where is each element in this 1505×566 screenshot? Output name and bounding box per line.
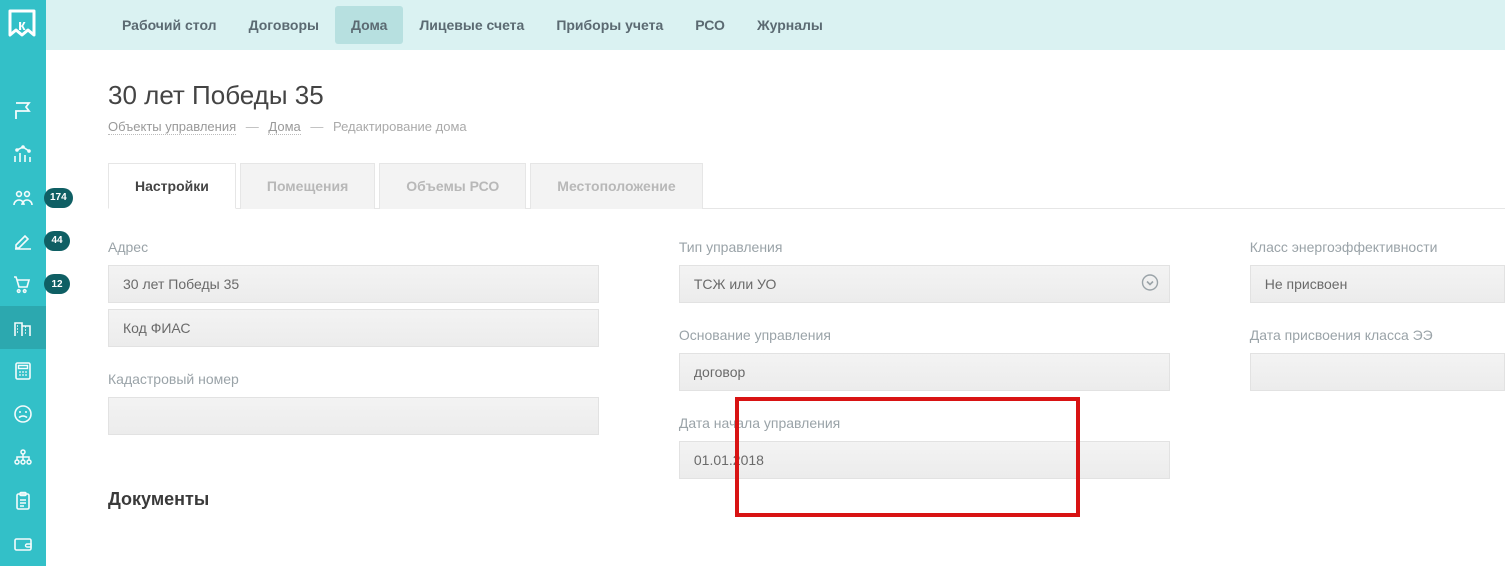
calculator-icon xyxy=(13,361,33,381)
fias-field[interactable]: Код ФИАС xyxy=(108,309,599,347)
edit-icon xyxy=(13,231,33,251)
mgmt-start-value: 01.01.2018 xyxy=(694,452,764,468)
mgmt-start-field[interactable]: 01.01.2018 xyxy=(679,441,1170,479)
fias-placeholder: Код ФИАС xyxy=(123,320,191,336)
tab-rso-volumes[interactable]: Объемы РСО xyxy=(379,163,526,209)
svg-text:к: к xyxy=(18,17,26,34)
address-field[interactable]: 30 лет Победы 35 xyxy=(108,265,599,303)
energy-class-label: Класс энергоэффективности xyxy=(1250,239,1505,255)
sidebar-item-flag[interactable] xyxy=(0,89,46,132)
form-col-management: Тип управления ТСЖ или УО Основание упра… xyxy=(679,233,1170,510)
mgmt-type-label: Тип управления xyxy=(679,239,1170,255)
cadastral-field[interactable] xyxy=(108,397,599,435)
sidebar-item-face[interactable] xyxy=(0,393,46,436)
sidebar-item-calc[interactable] xyxy=(0,349,46,392)
form-col-energy: Класс энергоэффективности Не присвоен Да… xyxy=(1250,233,1505,510)
users-icon xyxy=(13,188,33,208)
sidebar-item-clipboard[interactable] xyxy=(0,479,46,522)
buildings-icon xyxy=(13,318,33,338)
flag-icon xyxy=(13,101,33,121)
address-value: 30 лет Победы 35 xyxy=(123,276,239,292)
page-title: 30 лет Победы 35 xyxy=(108,80,1505,111)
sidebar-item-buildings[interactable] xyxy=(0,306,46,349)
clipboard-icon xyxy=(13,491,33,511)
energy-date-field[interactable] xyxy=(1250,353,1505,391)
nav-desktop[interactable]: Рабочий стол xyxy=(106,6,233,44)
nav-houses[interactable]: Дома xyxy=(335,6,403,44)
sidebar: к 174 44 12 xyxy=(0,0,46,566)
tabs: Настройки Помещения Объемы РСО Местополо… xyxy=(108,162,1505,209)
mgmt-type-value: ТСЖ или УО xyxy=(694,276,777,292)
breadcrumb-current: Редактирование дома xyxy=(333,119,467,134)
mgmt-basis-field[interactable]: договор xyxy=(679,353,1170,391)
content: 30 лет Победы 35 Объекты управления — До… xyxy=(46,50,1505,566)
breadcrumb-sep: — xyxy=(310,119,323,134)
nav-contracts[interactable]: Договоры xyxy=(233,6,335,44)
nav-rso[interactable]: РСО xyxy=(679,6,741,44)
mgmt-start-label: Дата начала управления xyxy=(679,415,1170,431)
form-grid: Адрес 30 лет Победы 35 Код ФИАС Кадастро… xyxy=(108,233,1505,510)
mgmt-type-select[interactable]: ТСЖ или УО xyxy=(679,265,1170,303)
breadcrumb-link-objects[interactable]: Объекты управления xyxy=(108,119,236,135)
mgmt-basis-label: Основание управления xyxy=(679,327,1170,343)
tab-settings[interactable]: Настройки xyxy=(108,163,236,209)
face-icon xyxy=(13,404,33,424)
app-logo[interactable]: к xyxy=(0,0,46,49)
nav-meters[interactable]: Приборы учета xyxy=(540,6,679,44)
tab-location[interactable]: Местоположение xyxy=(530,163,702,209)
sidebar-item-cart[interactable]: 12 xyxy=(0,263,46,306)
breadcrumb-link-houses[interactable]: Дома xyxy=(268,119,300,135)
form-col-address: Адрес 30 лет Победы 35 Код ФИАС Кадастро… xyxy=(108,233,599,510)
stats-icon xyxy=(13,144,33,164)
topbar: Рабочий стол Договоры Дома Лицевые счета… xyxy=(46,0,1505,50)
address-label: Адрес xyxy=(108,239,599,255)
sidebar-item-org[interactable] xyxy=(0,436,46,479)
energy-date-label: Дата присвоения класса ЭЭ xyxy=(1250,327,1505,343)
org-icon xyxy=(13,448,33,468)
tab-rooms[interactable]: Помещения xyxy=(240,163,375,209)
breadcrumb-sep: — xyxy=(246,119,259,134)
mgmt-basis-value: договор xyxy=(694,364,745,380)
sidebar-item-users[interactable]: 174 xyxy=(0,176,46,219)
chevron-down-icon xyxy=(1141,274,1159,295)
nav-accounts[interactable]: Лицевые счета xyxy=(403,6,540,44)
energy-class-field[interactable]: Не присвоен xyxy=(1250,265,1505,303)
sidebar-item-wallet[interactable] xyxy=(0,523,46,566)
nav-journals[interactable]: Журналы xyxy=(741,6,839,44)
wallet-icon xyxy=(13,534,33,554)
sidebar-item-stats[interactable] xyxy=(0,133,46,176)
cart-icon xyxy=(13,274,33,294)
cadastral-label: Кадастровый номер xyxy=(108,371,599,387)
breadcrumb: Объекты управления — Дома — Редактирован… xyxy=(108,119,1505,134)
sidebar-item-edit[interactable]: 44 xyxy=(0,219,46,262)
energy-class-value: Не присвоен xyxy=(1265,276,1348,292)
documents-title: Документы xyxy=(108,489,599,510)
